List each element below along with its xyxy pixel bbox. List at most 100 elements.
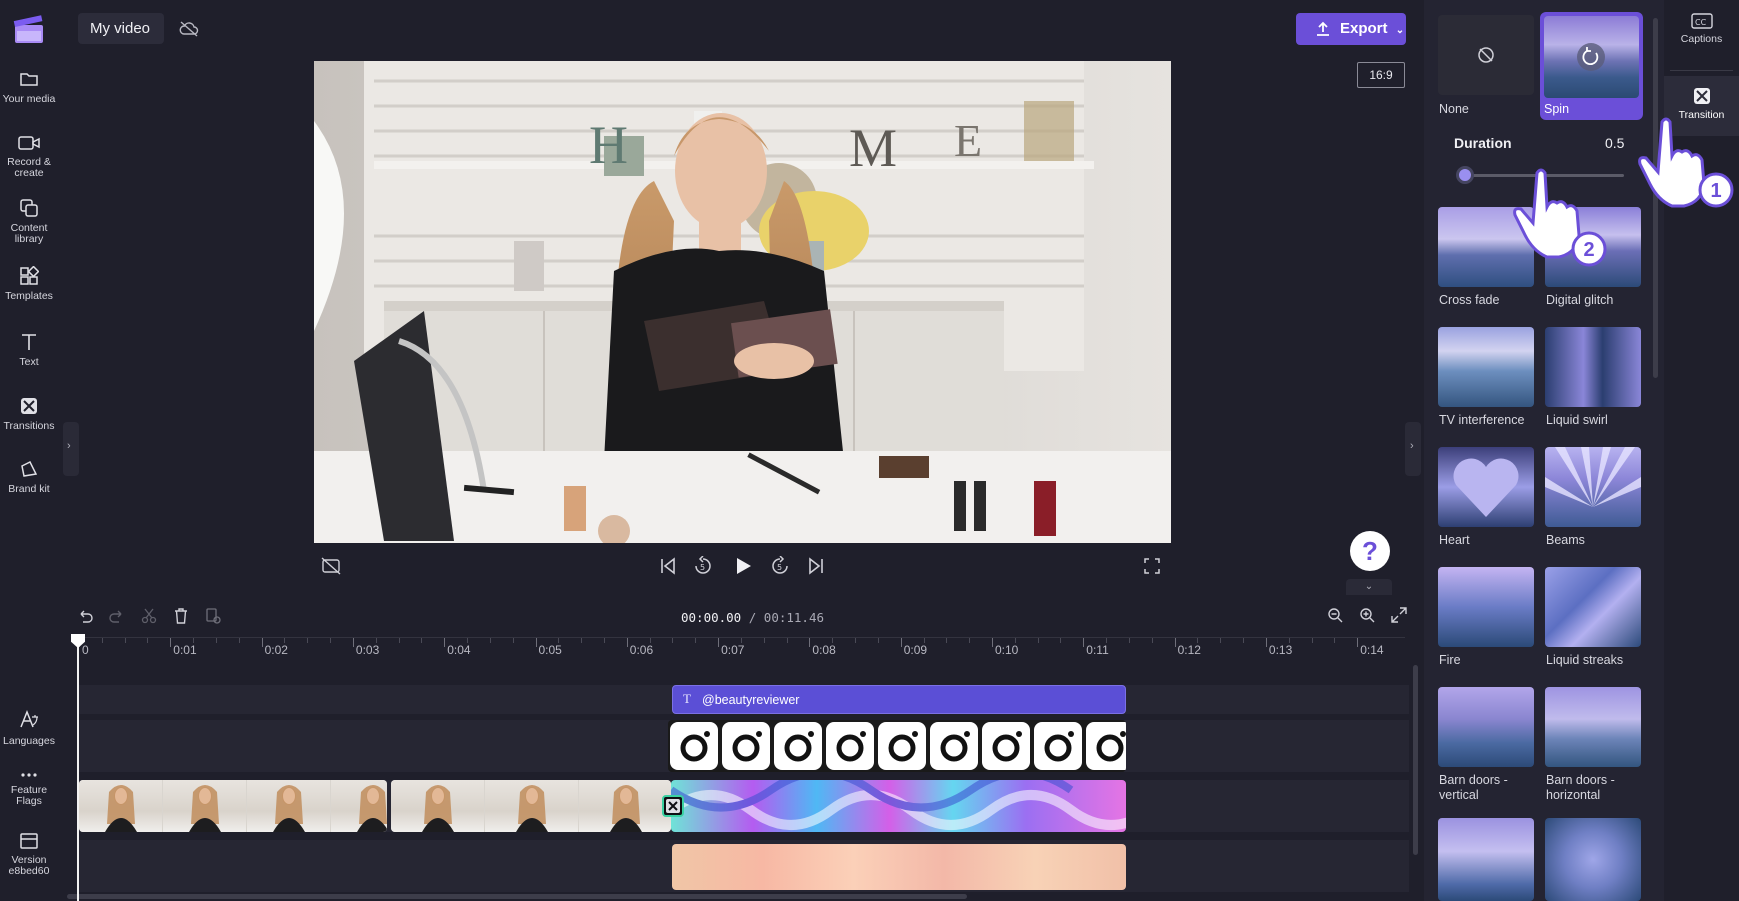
nav-record-create[interactable]: Record & create <box>0 134 58 179</box>
video-clip[interactable] <box>79 780 387 832</box>
timeline-toggle[interactable]: ⌄ <box>1346 579 1392 595</box>
transition-card[interactable] <box>1438 818 1534 901</box>
rewind-5-icon[interactable]: 5 <box>693 556 713 576</box>
video-thumbnail <box>79 780 162 832</box>
transition-label-line: Barn doors - <box>1439 773 1508 787</box>
duplicate-icon[interactable] <box>205 607 221 624</box>
nav-brand-kit[interactable]: Brand kit <box>0 459 58 495</box>
svg-text:E: E <box>954 115 982 166</box>
captions-off-icon[interactable] <box>321 557 341 575</box>
text-clip[interactable]: T @beautyreviewer <box>672 685 1126 714</box>
ruler-tick-label: 0:07 <box>721 643 745 657</box>
fullscreen-icon[interactable] <box>1143 557 1161 575</box>
sticker-frame <box>930 722 978 770</box>
video-thumbnail <box>247 780 330 832</box>
skip-forward-icon[interactable] <box>807 557 825 575</box>
transition-card[interactable] <box>1545 687 1641 767</box>
transition-card[interactable] <box>1438 567 1534 647</box>
play-icon[interactable] <box>733 556 753 576</box>
sticker-clip[interactable] <box>668 720 1126 772</box>
timeline-ruler[interactable]: 0 0:01 0:02 0:03 0:04 0:05 0:06 0:07 0:08 0:09 0:1… <box>75 637 1405 667</box>
ruler-minor-tick <box>1106 638 1108 643</box>
transition-card[interactable] <box>1545 447 1641 527</box>
thumbnail-person-image <box>189 785 221 832</box>
timeline-horizontal-scrollbar[interactable] <box>67 894 967 899</box>
transition-spin-card[interactable]: Spin <box>1540 12 1643 120</box>
duration-slider-knob[interactable] <box>1456 166 1474 184</box>
skip-back-icon[interactable] <box>659 557 677 575</box>
cloud-off-icon[interactable] <box>179 20 199 38</box>
video-preview[interactable]: H M E <box>314 61 1171 543</box>
project-title[interactable]: My video <box>78 13 164 44</box>
ruler-tick <box>444 638 446 647</box>
ruler-minor-tick <box>284 638 286 643</box>
help-button[interactable]: ? <box>1350 531 1390 571</box>
timeline-vertical-scrollbar[interactable] <box>1413 665 1418 855</box>
split-icon[interactable] <box>141 608 157 624</box>
transition-marker[interactable] <box>662 795 684 817</box>
transition-card[interactable] <box>1438 447 1534 527</box>
overlay-track <box>79 840 1409 892</box>
camera-sticker-icon <box>784 731 814 762</box>
playhead[interactable] <box>77 637 79 901</box>
transition-card-label: Heart <box>1439 533 1470 548</box>
transition-card-label: Fire <box>1439 653 1461 668</box>
transition-card-label: Liquid swirl <box>1546 413 1608 428</box>
nav-transitions[interactable]: Transitions <box>0 396 58 432</box>
tab-captions[interactable]: CC Captions <box>1664 12 1739 52</box>
transition-card[interactable] <box>1438 327 1534 407</box>
transition-spin-label: Spin <box>1544 102 1570 116</box>
nav-your-media[interactable]: Your media <box>0 69 58 105</box>
aspect-ratio-button[interactable]: 16:9 <box>1357 62 1405 88</box>
transition-card[interactable] <box>1545 818 1641 901</box>
camera-sticker-icon <box>888 731 918 762</box>
ruler-tick <box>535 638 537 647</box>
ruler-minor-tick <box>740 638 742 643</box>
right-panel-collapse-handle[interactable]: › <box>1405 422 1421 476</box>
nav-feature-flags[interactable]: Feature Flags <box>0 771 58 807</box>
thumbnail-person-image <box>516 785 548 832</box>
transition-none-card[interactable] <box>1438 15 1534 95</box>
transition-card[interactable] <box>1545 567 1641 647</box>
zoom-out-icon[interactable] <box>1327 607 1343 623</box>
gradient-video-clip[interactable] <box>671 780 1126 832</box>
timeline-panel: 00:00.00 / 00:11.46 0 0:01 0:02 0:03 0:04 0:0… <box>61 595 1421 901</box>
nav-content-library[interactable]: Content library <box>0 198 58 245</box>
delete-icon[interactable] <box>173 607 189 624</box>
ruler-minor-tick <box>969 638 971 643</box>
ruler-minor-tick <box>877 638 879 643</box>
export-button[interactable]: Export ⌄ <box>1296 13 1406 45</box>
ruler-tick-label: 0:01 <box>173 643 197 657</box>
brand-kit-icon <box>21 460 38 477</box>
zoom-in-icon[interactable] <box>1359 607 1375 623</box>
thumbnail-person-image <box>273 785 305 832</box>
chevron-down-icon: ⌄ <box>1395 25 1405 36</box>
overlay-clip[interactable] <box>672 844 1126 890</box>
transition-label-line: Barn doors - <box>1546 773 1615 787</box>
undo-icon[interactable] <box>77 608 93 624</box>
nav-text[interactable]: Text <box>0 332 58 368</box>
ruler-minor-tick <box>147 638 149 643</box>
redo-icon[interactable] <box>109 608 125 624</box>
transition-card-label: Barn doors - vertical <box>1439 773 1508 803</box>
video-clip[interactable] <box>391 780 671 832</box>
nav-templates[interactable]: Templates <box>0 266 58 302</box>
transition-card[interactable] <box>1438 687 1534 767</box>
nav-label: library <box>14 233 44 245</box>
ruler-minor-tick <box>1243 638 1245 643</box>
forward-5-icon[interactable]: 5 <box>770 556 790 576</box>
ruler-tick <box>352 638 354 647</box>
sticker-frame <box>670 722 718 770</box>
transition-none-label: None <box>1439 102 1469 116</box>
camera-sticker-icon <box>940 731 970 762</box>
left-panel-collapse-handle[interactable]: › <box>63 422 79 476</box>
clipchamp-logo[interactable] <box>13 13 45 45</box>
nav-languages[interactable]: Languages <box>0 709 58 747</box>
transition-label-line: Cross fade <box>1439 293 1500 307</box>
video-thumbnail <box>485 780 578 832</box>
timeline-toolbar: 00:00.00 / 00:11.46 <box>61 595 1421 635</box>
transition-card[interactable] <box>1545 327 1641 407</box>
fit-timeline-icon[interactable] <box>1390 606 1408 624</box>
sticker-frame <box>878 722 926 770</box>
ruler-minor-tick <box>1151 638 1153 643</box>
